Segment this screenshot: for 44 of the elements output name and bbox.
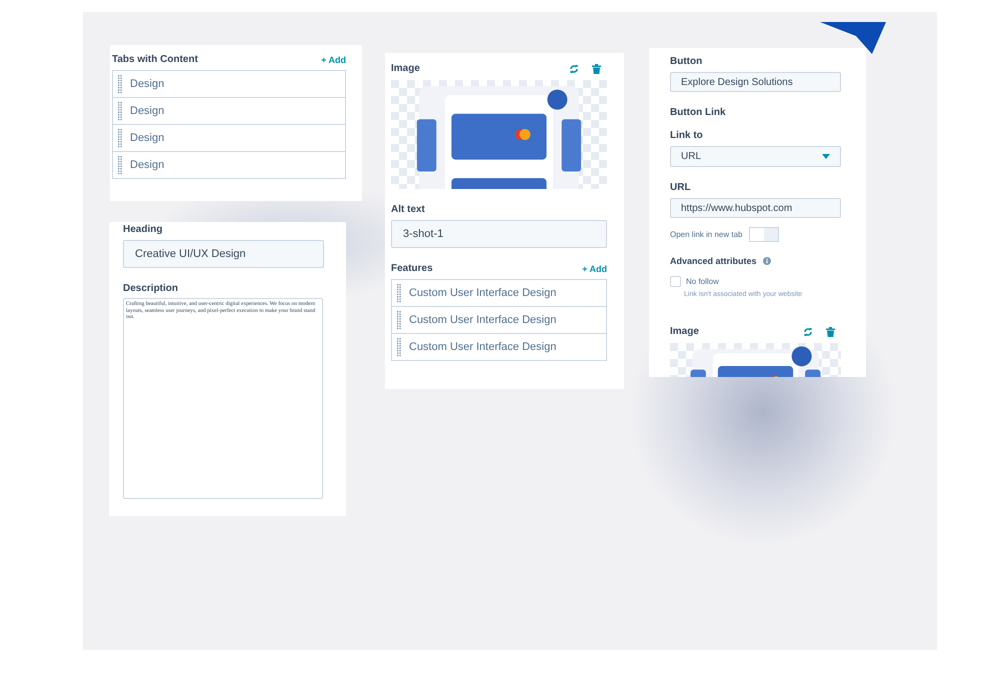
heading-field[interactable]: Creative UI/UX Design (123, 240, 324, 268)
caret-icon (822, 154, 830, 160)
tab-item[interactable]: Design (113, 97, 345, 124)
refresh-icon[interactable] (569, 64, 579, 74)
field-label: URL (670, 182, 692, 193)
section-title: Image (391, 63, 420, 74)
drag-handle-icon (397, 310, 401, 330)
drag-handle-icon (118, 102, 122, 120)
drag-handle-icon (118, 128, 122, 148)
checkbox[interactable] (670, 276, 681, 288)
feature-item[interactable]: Custom User Interface Design (392, 306, 606, 333)
trash-icon[interactable] (592, 64, 601, 74)
chevron-shape-icon (820, 22, 886, 54)
button-text-field[interactable]: Explore Design Solutions (670, 72, 841, 92)
link-type-dropdown[interactable]: URL (670, 146, 841, 167)
field-label: Heading (123, 224, 164, 235)
alt-text-field[interactable]: 3-shot-1 (391, 220, 607, 248)
feature-item[interactable]: Custom User Interface Design (392, 280, 606, 306)
drag-handle-icon (118, 156, 122, 174)
section-title: Image (670, 326, 699, 338)
add-link[interactable]: + Add (321, 54, 346, 64)
drag-handle-icon (118, 74, 122, 94)
section-title: Button Link (670, 107, 727, 118)
info-icon (762, 257, 771, 266)
field-label: Description (123, 283, 180, 294)
toggle-switch[interactable] (748, 227, 778, 242)
section-title: Features (391, 263, 433, 274)
url-field[interactable]: https://www.hubspot.com (670, 198, 841, 218)
refresh-icon[interactable] (803, 326, 813, 337)
trash-icon[interactable] (826, 326, 835, 337)
field-label: Link to (670, 130, 704, 142)
checkbox-label: No follow (686, 277, 719, 286)
drag-handle-icon (397, 284, 401, 302)
feature-item[interactable]: Custom User Interface Design (392, 333, 606, 360)
tab-item[interactable]: Design (113, 151, 345, 178)
tab-item[interactable]: Design (113, 71, 345, 97)
section-title: Advanced attributes (670, 256, 757, 266)
field-label: Button (670, 56, 704, 67)
drag-handle-icon (397, 338, 401, 356)
add-link[interactable]: + Add (582, 264, 607, 274)
section-title: Tabs with Content (112, 54, 198, 65)
tab-item[interactable]: Design (113, 124, 345, 151)
toggle-label: Open link in new tab (670, 230, 742, 240)
field-label: Alt text (391, 204, 426, 215)
